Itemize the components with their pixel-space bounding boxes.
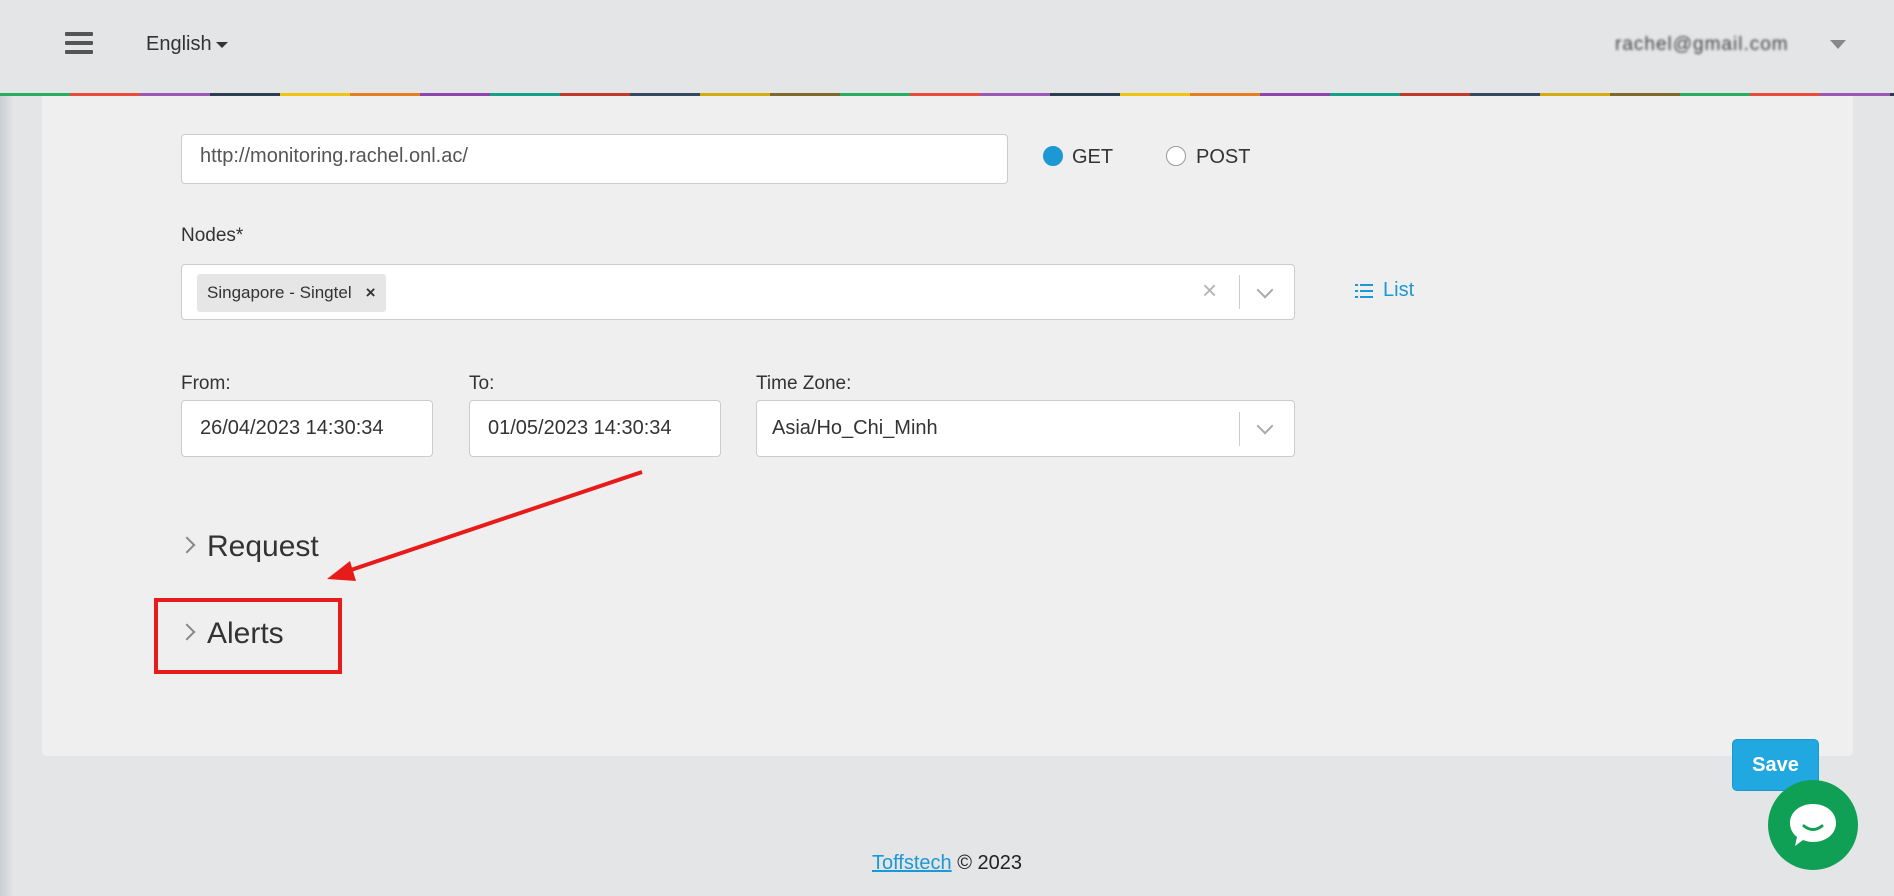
method-get-radio[interactable]	[1043, 146, 1063, 166]
sidebar-edge	[0, 96, 14, 896]
chat-widget-button[interactable]	[1768, 780, 1858, 870]
caret-down-icon	[215, 41, 228, 48]
request-section-toggle[interactable]: Request	[178, 530, 319, 564]
language-label: English	[146, 33, 212, 55]
remove-tag-icon[interactable]: ×	[366, 283, 376, 302]
list-icon	[1355, 283, 1373, 298]
select-separator	[1239, 275, 1240, 309]
method-get-label: GET	[1072, 146, 1114, 168]
copyright-text: © 2023	[957, 852, 1023, 874]
clear-nodes-icon[interactable]: ×	[1202, 277, 1217, 303]
annotation-highlight-box	[154, 598, 342, 674]
from-date-input[interactable]: 26/04/2023 14:30:34	[181, 400, 433, 457]
monitor-form-card: http://monitoring.rachel.onl.ac/ GET POS…	[42, 60, 1853, 791]
top-navbar: English rachel@gmail.com	[0, 0, 1894, 93]
to-date-input[interactable]: 01/05/2023 14:30:34	[469, 400, 721, 457]
footer: Toffstech © 2023	[0, 852, 1894, 875]
header-color-stripe	[0, 93, 1894, 96]
nodes-select[interactable]: Singapore - Singtel ×	[181, 264, 1295, 320]
node-tag-label: Singapore - Singtel	[207, 283, 352, 302]
method-post-label: POST	[1196, 146, 1251, 168]
list-label: List	[1383, 279, 1415, 301]
url-input[interactable]: http://monitoring.rachel.onl.ac/	[181, 134, 1008, 184]
from-label: From:	[181, 373, 231, 394]
timezone-value: Asia/Ho_Chi_Minh	[772, 417, 938, 439]
hamburger-menu-icon[interactable]	[65, 32, 93, 58]
company-link[interactable]: Toffstech	[872, 852, 952, 874]
chevron-right-icon	[178, 536, 196, 554]
to-label: To:	[469, 373, 495, 394]
tz-separator	[1239, 412, 1240, 446]
user-menu-caret-icon[interactable]	[1830, 40, 1846, 49]
timezone-label: Time Zone:	[756, 373, 852, 394]
request-heading: Request	[207, 530, 319, 563]
language-dropdown[interactable]: English	[146, 33, 228, 56]
node-tag: Singapore - Singtel ×	[197, 274, 386, 312]
user-email[interactable]: rachel@gmail.com	[1615, 34, 1809, 55]
nodes-label: Nodes*	[181, 225, 244, 246]
list-link[interactable]: List	[1355, 279, 1414, 302]
timezone-select[interactable]: Asia/Ho_Chi_Minh	[756, 400, 1295, 457]
chat-bubble-icon	[1790, 804, 1836, 846]
method-post-radio[interactable]	[1166, 146, 1186, 166]
